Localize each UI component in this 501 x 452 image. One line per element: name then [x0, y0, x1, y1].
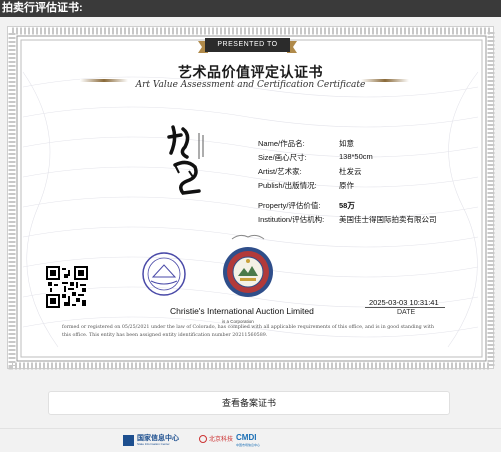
- institution-label: Institution/评估机构:: [258, 215, 325, 224]
- state-info-center-mark-icon: [123, 435, 134, 446]
- partner-mark-icon: [199, 434, 207, 443]
- page-heading: 拍卖行评估证书:: [0, 0, 501, 17]
- footer-divider: [0, 428, 501, 429]
- ornament-crown-icon: [231, 234, 265, 240]
- colorado-seal-icon: [223, 247, 273, 297]
- property-value: 58万: [339, 201, 355, 210]
- partner-logo-text: 北京科技: [209, 437, 234, 443]
- presented-to-ribbon: PRESENTED TO: [205, 38, 290, 52]
- date-value: 2025-03-03 10:31:41: [369, 298, 439, 307]
- certificate-title-en: Art Value Assessment and Certification C…: [135, 80, 366, 90]
- registration-fineprint: formed or registered on 05/25/2021 under…: [62, 325, 434, 338]
- property-label: Property/评估价值:: [258, 201, 321, 210]
- qr-code-icon: [46, 266, 88, 308]
- state-info-center-subtext: State Information Center: [137, 442, 170, 446]
- company-name: Christie's International Auction Limited: [170, 306, 314, 316]
- publish-label: Publish/出版情况:: [258, 181, 317, 190]
- partner-logo: 北京科技: [199, 434, 233, 443]
- size-value: 138*50cm: [339, 152, 373, 161]
- name-value: 如意: [339, 139, 354, 148]
- state-info-center-text: 国家信息中心: [137, 435, 179, 442]
- state-info-center-logo: 国家信息中心 State Information Center: [123, 434, 179, 447]
- artwork-calligraphy-image: [167, 125, 204, 195]
- date-underline: [365, 307, 445, 308]
- seal-icon: [142, 252, 186, 296]
- name-label: Name/作品名:: [258, 139, 305, 148]
- cmdi-logo: CMDI: [236, 433, 257, 442]
- publish-value: 原作: [339, 181, 354, 190]
- cmdi-logo-subtext: 中国市场信息中心: [236, 443, 261, 447]
- artist-label: Artist/艺术家:: [258, 167, 302, 176]
- date-label: DATE: [397, 309, 416, 316]
- size-label: Size/画心尺寸:: [258, 153, 307, 162]
- view-record-certificate-button[interactable]: 查看备案证书: [48, 391, 450, 415]
- institution-value: 美国佳士得国际拍卖有限公司: [339, 215, 437, 224]
- certificate-title-cn: 艺术品价值评定认证书: [178, 64, 323, 80]
- artist-value: 杜发云: [339, 167, 362, 176]
